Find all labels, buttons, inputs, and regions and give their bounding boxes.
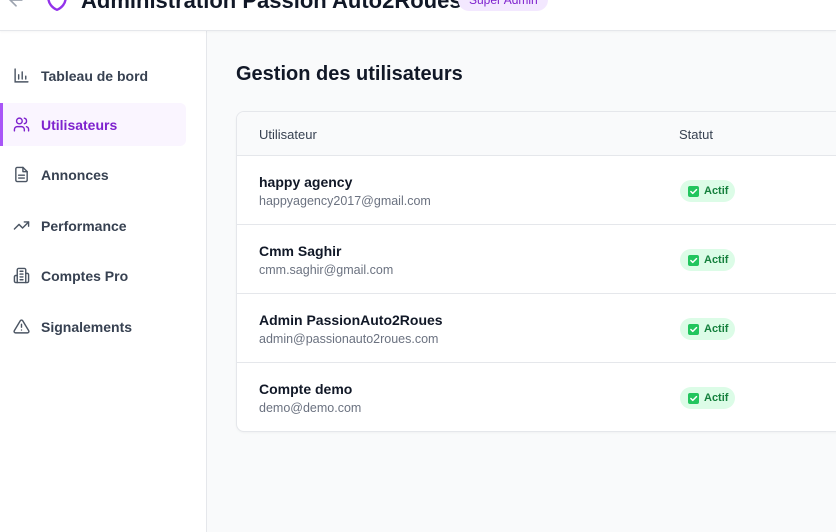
top-header: Administration Passion Auto2Roues Super … bbox=[0, 0, 836, 31]
user-name: Admin PassionAuto2Roues bbox=[259, 312, 443, 328]
status-badge: Actif bbox=[680, 387, 736, 409]
users-table: Utilisateur Statut happy agency happyage… bbox=[236, 111, 836, 432]
table-row[interactable]: Cmm Saghir cmm.saghir@gmail.com Actif bbox=[237, 225, 836, 294]
sidebar-item-users[interactable]: Utilisateurs bbox=[0, 103, 186, 146]
active-indicator bbox=[0, 103, 3, 146]
role-badge: Super Admin bbox=[458, 0, 548, 11]
sidebar-item-listings[interactable]: Annonces bbox=[0, 153, 186, 196]
alert-triangle-icon bbox=[12, 318, 30, 336]
column-header-status: Statut bbox=[679, 127, 713, 142]
status-badge: Actif bbox=[680, 249, 736, 271]
user-email: demo@demo.com bbox=[259, 401, 362, 415]
user-name: Cmm Saghir bbox=[259, 243, 342, 259]
status-label: Actif bbox=[704, 254, 729, 266]
user-name: happy agency bbox=[259, 174, 353, 190]
sidebar-item-label: Utilisateurs bbox=[41, 116, 118, 133]
sidebar-item-label: Performance bbox=[41, 217, 127, 234]
sidebar-item-label: Annonces bbox=[41, 166, 109, 183]
sidebar-item-performance[interactable]: Performance bbox=[0, 204, 186, 247]
check-icon bbox=[688, 254, 699, 266]
check-icon bbox=[688, 392, 699, 404]
shield-icon bbox=[44, 0, 70, 12]
status-badge: Actif bbox=[680, 318, 736, 340]
table-row[interactable]: Admin PassionAuto2Roues admin@passionaut… bbox=[237, 294, 836, 363]
status-badge: Actif bbox=[680, 180, 736, 202]
user-email: cmm.saghir@gmail.com bbox=[259, 263, 394, 277]
bar-chart-icon bbox=[12, 67, 30, 85]
status-label: Actif bbox=[704, 392, 729, 404]
sidebar: Tableau de bord Utilisateurs Annonces Pe… bbox=[0, 31, 207, 532]
status-label: Actif bbox=[704, 323, 729, 335]
document-icon bbox=[12, 166, 30, 184]
arrow-left-icon[interactable] bbox=[6, 0, 26, 10]
sidebar-item-reports[interactable]: Signalements bbox=[0, 305, 186, 348]
app-title: Administration Passion Auto2Roues bbox=[81, 0, 462, 13]
table-row[interactable]: Compte demo demo@demo.com Actif bbox=[237, 363, 836, 431]
table-row[interactable]: happy agency happyagency2017@gmail.com A… bbox=[237, 156, 836, 225]
user-name: Compte demo bbox=[259, 381, 353, 397]
trending-up-icon bbox=[12, 217, 30, 235]
building-icon bbox=[12, 267, 30, 285]
sidebar-item-label: Signalements bbox=[41, 318, 133, 335]
sidebar-item-pro-accounts[interactable]: Comptes Pro bbox=[0, 254, 186, 297]
page-title: Gestion des utilisateurs bbox=[236, 63, 463, 85]
table-header: Utilisateur Statut bbox=[237, 112, 836, 156]
check-icon bbox=[688, 323, 699, 335]
users-icon bbox=[12, 116, 30, 134]
column-header-user: Utilisateur bbox=[259, 127, 317, 142]
check-icon bbox=[688, 185, 699, 197]
sidebar-item-dashboard[interactable]: Tableau de bord bbox=[0, 54, 186, 97]
sidebar-item-label: Comptes Pro bbox=[41, 267, 129, 284]
user-email: admin@passionauto2roues.com bbox=[259, 332, 439, 346]
status-label: Actif bbox=[704, 185, 729, 197]
user-email: happyagency2017@gmail.com bbox=[259, 194, 431, 208]
sidebar-item-label: Tableau de bord bbox=[41, 67, 149, 84]
